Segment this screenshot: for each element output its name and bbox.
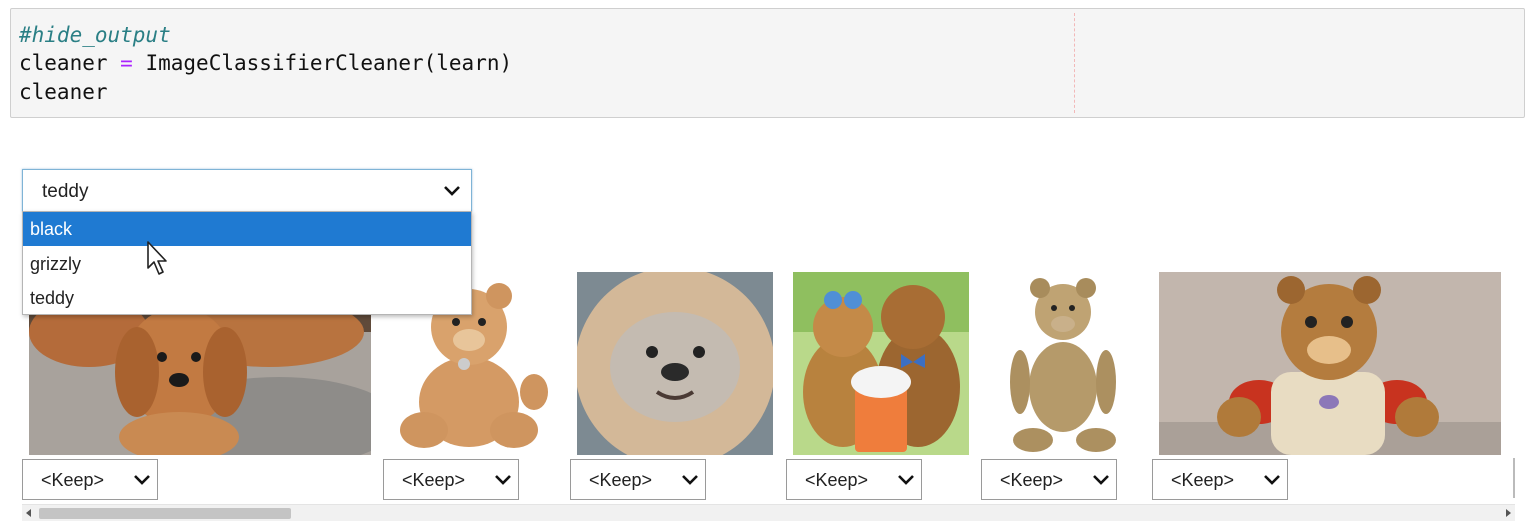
line-length-ruler: [1074, 13, 1075, 113]
chevron-down-icon: [898, 475, 914, 485]
code-line-1: #hide_output: [19, 21, 171, 49]
keep-select[interactable]: <Keep>: [981, 459, 1117, 500]
code-call: ImageClassifierCleaner(learn): [145, 51, 513, 75]
category-select-value: teddy: [42, 181, 89, 202]
fluffy-dog-image: [577, 272, 773, 455]
keep-select[interactable]: <Keep>: [570, 459, 706, 500]
image-thumbnail: [988, 272, 1138, 455]
scroll-right-icon[interactable]: [1506, 509, 1511, 517]
image-thumbnail: [793, 272, 969, 455]
chevron-down-icon: [134, 475, 150, 485]
keep-select[interactable]: <Keep>: [22, 459, 158, 500]
category-select[interactable]: teddy: [22, 169, 472, 212]
category-options-list: black grizzly teddy: [22, 211, 472, 315]
scroll-left-icon[interactable]: [26, 509, 31, 517]
code-operator: =: [120, 51, 133, 75]
code-comment: #hide_output: [19, 23, 171, 47]
chevron-down-icon: [444, 186, 460, 196]
keep-select-value: <Keep>: [589, 470, 653, 490]
keep-select[interactable]: <Keep>: [1152, 459, 1288, 500]
mouse-cursor-icon: [147, 241, 167, 275]
keep-select[interactable]: <Keep>: [383, 459, 519, 500]
keep-select[interactable]: <Keep>: [786, 459, 922, 500]
horizontal-scrollbar[interactable]: [22, 504, 1515, 521]
keep-select-value: <Keep>: [1171, 470, 1235, 490]
keep-select-value: <Keep>: [402, 470, 466, 490]
keep-select-value: <Keep>: [805, 470, 869, 490]
code-line-2: cleaner = ImageClassifierCleaner(learn): [19, 49, 512, 77]
chevron-down-icon: [682, 475, 698, 485]
teddy-bears-drink-image: [793, 272, 969, 455]
bear-toy-image: [1159, 272, 1501, 455]
code-variable: cleaner: [19, 51, 108, 75]
image-thumbnail: [577, 272, 773, 455]
chevron-down-icon: [1264, 475, 1280, 485]
category-option-teddy[interactable]: teddy: [23, 281, 471, 315]
keep-select-value: <Keep>: [1000, 470, 1064, 490]
chevron-down-icon: [1093, 475, 1109, 485]
chevron-down-icon: [495, 475, 511, 485]
image-thumbnail: [1159, 272, 1501, 455]
category-option-grizzly[interactable]: grizzly: [23, 247, 471, 281]
scrollbar-thumb[interactable]: [39, 508, 291, 519]
category-option-black[interactable]: black: [23, 212, 471, 246]
next-item-edge: [1513, 458, 1515, 498]
code-cell[interactable]: #hide_output cleaner = ImageClassifierCl…: [10, 8, 1525, 118]
keep-select-value: <Keep>: [41, 470, 105, 490]
vintage-teddy-image: [988, 272, 1138, 455]
code-line-3: cleaner: [19, 80, 108, 104]
